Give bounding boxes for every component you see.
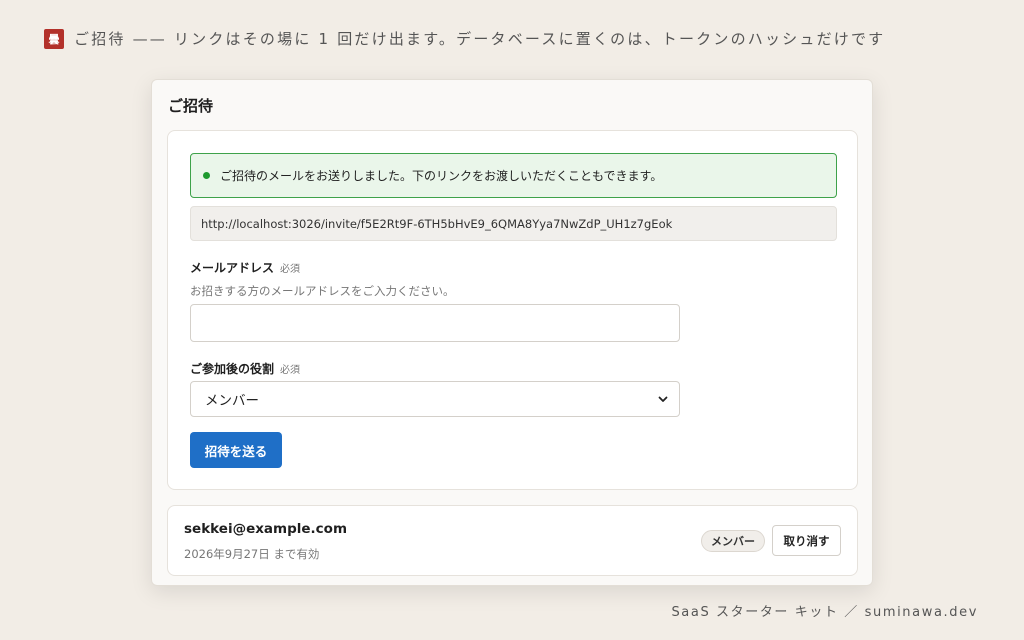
pending-invite-row: sekkei@example.com 2026年9月27日 まで有効 メンバー … <box>167 505 858 576</box>
email-input[interactable] <box>190 304 680 342</box>
app-logo: 曇 <box>44 28 64 49</box>
email-hint: お招きする方のメールアドレスをご入力ください。 <box>190 284 455 298</box>
panel-title: ご招待 <box>168 97 214 115</box>
success-alert: ご招待のメールをお送りしました。下のリンクをお渡しいただくこともできます。 <box>190 153 837 198</box>
success-dot-icon <box>203 172 210 179</box>
invite-role-badge: メンバー <box>701 530 765 552</box>
invite-email: sekkei@example.com <box>184 521 348 537</box>
email-required-badge: 必須 <box>280 264 301 275</box>
page-header: 曇 ご招待 —— リンクはその場に 1 回だけ出ます。データベースに置くのは、ト… <box>44 28 885 49</box>
invite-expiry: 2026年9月27日 まで有効 <box>184 547 320 561</box>
role-select-value: メンバー <box>205 393 259 409</box>
footer-credit: SaaS スターター キット ／ suminawa.dev <box>671 605 978 620</box>
invite-panel: ご招待 ご招待のメールをお送りしました。下のリンクをお渡しいただくこともできます… <box>151 79 873 586</box>
chevron-down-icon <box>658 396 668 402</box>
role-label: ご参加後の役割 必須 <box>190 360 300 377</box>
email-label-text: メールアドレス <box>190 261 275 275</box>
role-select[interactable]: メンバー <box>190 381 680 417</box>
invite-form-card: ご招待のメールをお送りしました。下のリンクをお渡しいただくこともできます。 ht… <box>167 130 858 490</box>
revoke-invite-button[interactable]: 取り消す <box>772 525 841 556</box>
role-label-text: ご参加後の役割 <box>190 362 275 376</box>
invite-link-field[interactable]: http://localhost:3026/invite/f5E2Rt9F-6T… <box>190 206 837 241</box>
header-caption: ご招待 —— リンクはその場に 1 回だけ出ます。データベースに置くのは、トーク… <box>74 30 886 48</box>
alert-message: ご招待のメールをお送りしました。下のリンクをお渡しいただくこともできます。 <box>220 169 663 183</box>
role-required-badge: 必須 <box>280 365 301 376</box>
email-label: メールアドレス 必須 <box>190 259 300 276</box>
send-invite-button[interactable]: 招待を送る <box>190 432 282 468</box>
